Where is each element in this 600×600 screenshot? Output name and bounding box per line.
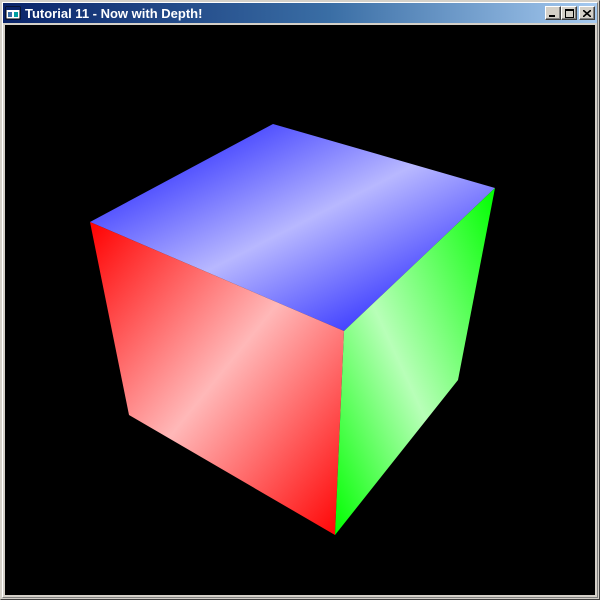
maximize-button[interactable]	[561, 6, 577, 20]
title-bar[interactable]: Tutorial 11 - Now with Depth!	[3, 3, 597, 23]
cube-scene	[5, 25, 595, 595]
opengl-app-icon[interactable]	[5, 5, 21, 21]
window-title: Tutorial 11 - Now with Depth!	[25, 5, 203, 21]
close-icon	[583, 9, 591, 17]
application-window: Tutorial 11 - Now with Depth!	[0, 0, 600, 600]
minimize-icon	[549, 14, 555, 17]
opengl-viewport[interactable]	[5, 25, 595, 595]
minimize-button[interactable]	[545, 6, 561, 20]
close-button[interactable]	[579, 6, 595, 20]
maximize-icon	[564, 8, 574, 18]
window-controls	[545, 6, 595, 20]
